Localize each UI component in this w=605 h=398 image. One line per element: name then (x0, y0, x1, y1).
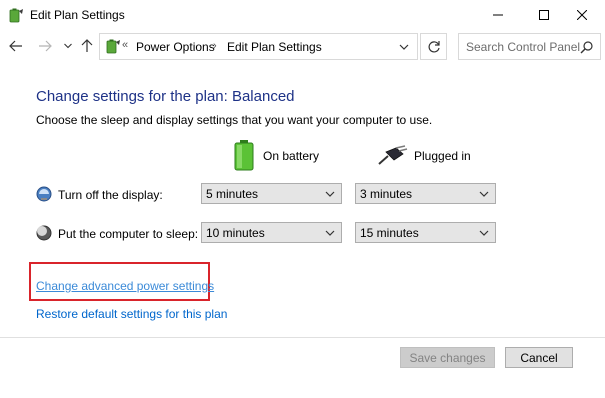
display-plugged-select[interactable]: 3 minutes (355, 183, 496, 204)
chevron-down-icon[interactable] (397, 40, 411, 54)
search-box[interactable]: Search Control Panel (458, 33, 601, 60)
sleep-plugged-value: 15 minutes (360, 226, 419, 240)
battery-icon (234, 140, 254, 171)
recent-locations-button[interactable] (59, 37, 77, 55)
breadcrumb-power-options[interactable]: Power Options (136, 40, 215, 54)
minimize-icon (493, 14, 503, 16)
breadcrumb-separator[interactable]: › (213, 40, 217, 52)
chevron-down-icon (325, 230, 335, 236)
sleep-battery-select[interactable]: 10 minutes (201, 222, 342, 243)
window-title: Edit Plan Settings (30, 8, 125, 22)
close-button[interactable] (559, 0, 605, 30)
turn-off-display-label: Turn off the display: (58, 188, 163, 202)
chevron-down-icon (479, 191, 489, 197)
arrow-left-icon (9, 40, 22, 52)
display-plugged-value: 3 minutes (360, 187, 413, 201)
chevron-down-icon (64, 43, 72, 49)
title-bar: Edit Plan Settings (0, 0, 605, 30)
column-header-on-battery: On battery (263, 149, 320, 163)
power-plan-icon (106, 39, 120, 54)
save-changes-button[interactable]: Save changes (400, 347, 495, 368)
display-battery-value: 5 minutes (206, 187, 259, 201)
refresh-button[interactable] (420, 33, 447, 60)
display-battery-select[interactable]: 5 minutes (201, 183, 342, 204)
page-heading: Change settings for the plan: Balanced (36, 88, 295, 105)
power-plug-icon (378, 145, 408, 165)
sleep-plugged-select[interactable]: 15 minutes (355, 222, 496, 243)
back-button[interactable] (7, 37, 25, 55)
restore-default-settings-link[interactable]: Restore default settings for this plan (36, 307, 227, 321)
power-plan-icon (9, 8, 23, 23)
cancel-button[interactable]: Cancel (505, 347, 573, 368)
chevron-down-icon (325, 191, 335, 197)
minimize-button[interactable] (475, 0, 521, 30)
page-description: Choose the sleep and display settings th… (36, 113, 433, 127)
search-icon[interactable] (580, 40, 594, 54)
sleep-moon-icon (36, 225, 52, 241)
up-button[interactable] (78, 37, 96, 55)
footer-divider (0, 337, 605, 338)
navigation-bar: « Power Options › Edit Plan Settings Sea… (0, 30, 605, 64)
display-icon (36, 186, 52, 202)
arrow-right-icon (39, 40, 52, 52)
breadcrumb-overflow[interactable]: « (122, 39, 128, 51)
maximize-icon (539, 10, 549, 20)
chevron-down-icon (479, 230, 489, 236)
close-icon (577, 10, 587, 20)
search-input[interactable]: Search Control Panel (466, 40, 580, 54)
change-advanced-power-settings-link[interactable]: Change advanced power settings (36, 279, 214, 293)
breadcrumb-edit-plan-settings[interactable]: Edit Plan Settings (227, 40, 322, 54)
arrow-up-icon (81, 39, 93, 52)
refresh-icon (428, 40, 440, 52)
forward-button[interactable] (36, 37, 54, 55)
address-bar[interactable]: « Power Options › Edit Plan Settings (99, 33, 418, 60)
sleep-battery-value: 10 minutes (206, 226, 265, 240)
sleep-label: Put the computer to sleep: (58, 227, 199, 241)
column-header-plugged-in: Plugged in (414, 149, 471, 163)
